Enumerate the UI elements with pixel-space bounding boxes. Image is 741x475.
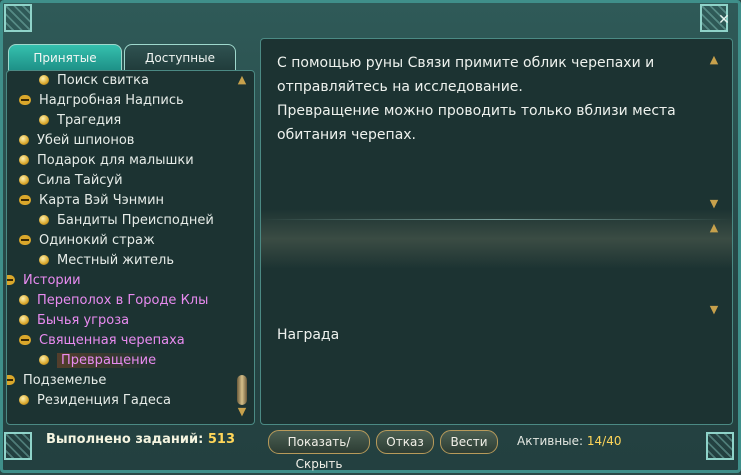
gold-dot-icon — [39, 255, 49, 265]
arrow-down-icon[interactable]: ▼ — [235, 405, 249, 419]
minus-icon[interactable] — [19, 95, 31, 105]
quest-label: Сила Тайсуй — [37, 173, 123, 188]
arrow-up-icon[interactable]: ▲ — [707, 221, 721, 235]
minus-icon[interactable] — [19, 335, 31, 345]
quest-label: Превращение — [57, 353, 161, 368]
quest-detail-panel: С помощью руны Связи примите облик череп… — [260, 38, 733, 425]
completed-counter: Выполнено заданий: 513 — [46, 432, 235, 447]
minus-icon[interactable] — [7, 275, 15, 285]
gold-dot-icon — [19, 135, 29, 145]
gold-dot-icon — [39, 215, 49, 225]
minus-icon[interactable] — [19, 235, 31, 245]
footer-bar: Выполнено заданий: 513 Показать/Скрыть О… — [0, 426, 741, 471]
completed-value: 513 — [207, 432, 236, 447]
arrow-up-icon[interactable]: ▲ — [235, 73, 249, 87]
quest-list-item[interactable]: Священная черепаха — [19, 331, 185, 351]
quest-label: Подарок для малышки — [37, 153, 194, 168]
minus-icon[interactable] — [7, 375, 15, 385]
quest-label: Резиденция Гадеса — [37, 393, 171, 408]
tab-accepted[interactable]: Принятые — [8, 44, 122, 71]
active-label: Активные: — [517, 434, 584, 448]
quest-description: С помощью руны Связи примите облик череп… — [277, 51, 697, 147]
quest-list-scrollbar[interactable]: ▲ ▼ — [235, 71, 249, 424]
corner-ornament-top-left — [4, 4, 32, 32]
minus-icon[interactable] — [19, 195, 31, 205]
gold-dot-icon — [39, 75, 49, 85]
active-counter: Активные: 14/40 — [517, 434, 622, 448]
quest-label: Священная черепаха — [39, 333, 185, 348]
reward-label: Награда — [277, 327, 340, 343]
description-line: отправляйтесь на исследование. — [277, 79, 523, 95]
quest-label: Бандиты Преисподней — [57, 213, 214, 228]
arrow-up-icon[interactable]: ▲ — [707, 53, 721, 67]
section-separator-glow — [261, 209, 732, 269]
quest-label: Переполох в Городе Клы — [37, 293, 209, 308]
quest-list-item[interactable]: Подарок для малышки — [19, 151, 194, 171]
gold-dot-icon — [19, 155, 29, 165]
reward-scrollbar[interactable]: ▲ ▼ — [707, 221, 721, 317]
quest-label: Местный житель — [57, 253, 174, 268]
quest-list-item[interactable]: Истории — [7, 271, 81, 291]
quest-label: Поиск свитка — [57, 73, 149, 88]
scroll-thumb[interactable] — [237, 375, 247, 405]
quest-list-item[interactable]: Одинокий страж — [19, 231, 155, 251]
quest-label: Истории — [23, 273, 81, 288]
quest-list-item[interactable]: Поиск свитка — [39, 71, 149, 91]
quest-list-item[interactable]: Бандиты Преисподней — [39, 211, 214, 231]
description-line: С помощью руны Связи примите облик череп… — [277, 55, 655, 71]
quest-label: Подземелье — [23, 373, 107, 388]
quest-label: Убей шпионов — [37, 133, 135, 148]
tab-bar: Принятые Доступные — [8, 44, 246, 71]
quest-list-item[interactable]: Убей шпионов — [19, 131, 134, 151]
show-hide-button[interactable]: Показать/Скрыть — [268, 430, 370, 471]
quest-list-item[interactable]: Местный житель — [39, 251, 174, 271]
tab-available[interactable]: Доступные — [124, 44, 236, 71]
quest-label: Трагедия — [57, 113, 122, 128]
active-value: 14/40 — [586, 434, 622, 448]
quest-list-item[interactable]: Карта Вэй Чэнмин — [19, 191, 164, 211]
quest-list-item[interactable]: Сила Тайсуй — [19, 171, 123, 191]
gold-dot-icon — [19, 315, 29, 325]
gold-dot-icon — [39, 355, 49, 365]
quest-list-item[interactable]: Превращение — [39, 351, 161, 371]
gold-dot-icon — [39, 115, 49, 125]
completed-label: Выполнено заданий: — [46, 432, 204, 447]
quest-list-item[interactable]: Резиденция Гадеса — [19, 391, 171, 411]
quest-label: Бычья угроза — [37, 313, 130, 328]
arrow-down-icon[interactable]: ▼ — [707, 303, 721, 317]
quest-list-item[interactable]: Трагедия — [39, 111, 121, 131]
quest-list-item[interactable]: Переполох в Городе Клы — [19, 291, 208, 311]
quest-label: Надгробная Надпись — [39, 93, 184, 108]
close-icon[interactable]: ✕ — [716, 12, 732, 28]
quest-list-panel: Поиск свитка Надгробная Надпись Трагедия Уб… — [6, 70, 255, 425]
section-divider — [261, 219, 732, 220]
quest-list-item[interactable]: Надгробная Надпись — [19, 91, 184, 111]
quest-list-item[interactable]: Бычья угроза — [19, 311, 129, 331]
description-line: обитания черепах. — [277, 127, 417, 143]
description-line: Превращение можно проводить только вблиз… — [277, 103, 676, 119]
arrow-down-icon[interactable]: ▼ — [707, 197, 721, 211]
lead-button[interactable]: Вести — [440, 430, 498, 454]
quest-list-item[interactable]: Подземелье — [7, 371, 107, 391]
gold-dot-icon — [19, 295, 29, 305]
refuse-button[interactable]: Отказ — [376, 430, 434, 454]
quest-label: Карта Вэй Чэнмин — [39, 193, 165, 208]
quest-label: Одинокий страж — [39, 233, 155, 248]
gold-dot-icon — [19, 395, 29, 405]
gold-dot-icon — [19, 175, 29, 185]
description-scrollbar[interactable]: ▲ ▼ — [707, 53, 721, 213]
